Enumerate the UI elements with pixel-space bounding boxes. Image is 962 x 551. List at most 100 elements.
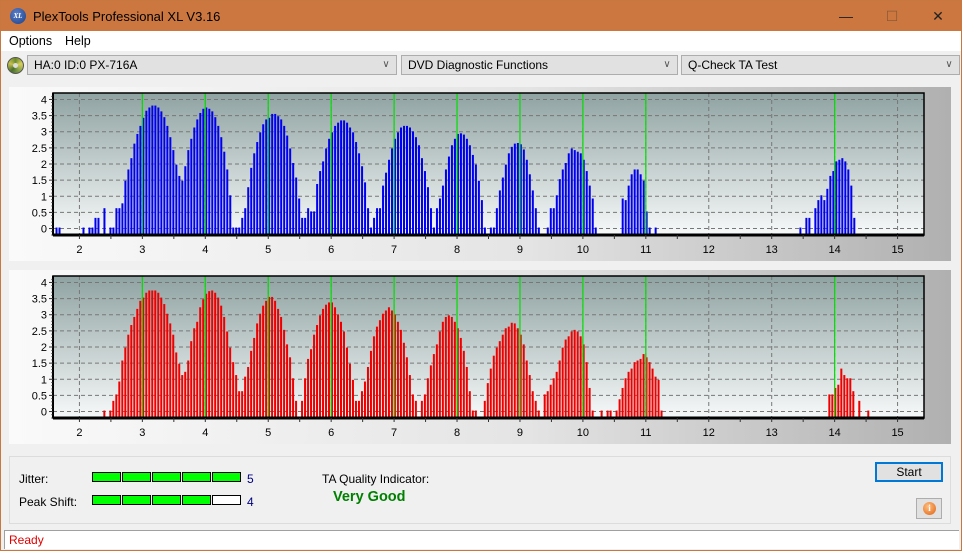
bar xyxy=(840,368,843,418)
bar xyxy=(847,169,850,235)
bar xyxy=(489,368,492,418)
bar xyxy=(337,314,340,418)
bar xyxy=(588,387,591,418)
bar xyxy=(345,347,348,418)
bar xyxy=(411,131,414,235)
bar xyxy=(561,347,564,418)
y-tick-label: 0 xyxy=(41,407,47,419)
bar xyxy=(310,349,313,418)
bar xyxy=(277,116,280,235)
bar xyxy=(567,336,570,418)
menu-help[interactable]: Help xyxy=(65,34,91,48)
window-title: PlexTools Professional XL V3.16 xyxy=(33,9,221,24)
bar xyxy=(199,307,202,418)
bar xyxy=(259,132,262,235)
bar xyxy=(160,111,163,235)
bar xyxy=(459,133,462,235)
bar xyxy=(274,300,277,418)
bar xyxy=(826,188,829,235)
bar xyxy=(820,195,823,235)
bar xyxy=(316,183,319,235)
bar xyxy=(211,290,214,418)
y-tick-label: 4 xyxy=(41,94,47,106)
bar xyxy=(178,175,181,235)
test-select[interactable]: Q-Check TA Test ∨ xyxy=(681,55,960,75)
bar xyxy=(175,164,178,235)
y-tick-label: 0 xyxy=(41,224,47,236)
bar xyxy=(229,195,232,235)
bar xyxy=(151,105,154,236)
bar xyxy=(139,125,142,235)
y-tick-label: 3.5 xyxy=(32,111,47,123)
bar xyxy=(420,400,423,418)
bar xyxy=(193,127,196,235)
bar xyxy=(351,379,354,418)
start-button[interactable]: Start xyxy=(875,462,943,482)
bar xyxy=(657,379,660,418)
bar xyxy=(256,323,259,418)
bar xyxy=(391,148,394,235)
bar xyxy=(555,195,558,235)
bar xyxy=(396,321,399,418)
bar xyxy=(531,391,534,418)
bar xyxy=(567,153,570,235)
meter-segment xyxy=(122,495,151,505)
bar xyxy=(253,337,256,418)
bar xyxy=(828,394,831,418)
bar xyxy=(480,200,483,235)
bar xyxy=(151,290,154,418)
bar xyxy=(570,331,573,418)
close-button[interactable]: ✕ xyxy=(915,1,961,31)
bar xyxy=(130,325,133,418)
bar xyxy=(244,376,247,418)
bar xyxy=(367,208,370,235)
bar xyxy=(214,292,217,418)
bar xyxy=(148,290,151,418)
bar xyxy=(199,112,202,235)
bar xyxy=(462,350,465,418)
minimize-button[interactable]: — xyxy=(823,1,869,31)
bar xyxy=(115,394,118,418)
bar xyxy=(322,308,325,418)
bar xyxy=(552,378,555,418)
x-tick-label: 9 xyxy=(517,244,523,256)
bar xyxy=(654,376,657,418)
x-tick-label: 4 xyxy=(202,427,208,439)
bar xyxy=(495,208,498,235)
info-button[interactable]: i xyxy=(916,498,942,519)
y-tick-label: 3.5 xyxy=(32,294,47,306)
bar xyxy=(507,153,510,235)
y-tick-label: 1 xyxy=(41,374,47,386)
bar xyxy=(510,322,513,418)
bar xyxy=(226,169,229,235)
x-tick-label: 2 xyxy=(76,244,82,256)
bar xyxy=(154,290,157,418)
bar xyxy=(181,180,184,235)
bar xyxy=(513,143,516,235)
app-logo-icon: XL xyxy=(10,8,26,24)
bar xyxy=(181,375,184,418)
bar xyxy=(378,320,381,418)
y-tick-label: 1.5 xyxy=(32,358,47,370)
bar xyxy=(543,394,546,418)
peak-shift-label: Peak Shift: xyxy=(19,495,78,509)
maximize-button[interactable]: ☐ xyxy=(869,1,915,31)
y-tick-label: 1.5 xyxy=(32,175,47,187)
bar xyxy=(373,217,376,235)
y-tick-label: 3 xyxy=(41,310,47,322)
y-tick-label: 4 xyxy=(41,277,47,289)
bar xyxy=(627,185,630,235)
bar xyxy=(651,368,654,418)
bar xyxy=(325,304,328,418)
ta-quality-label: TA Quality Indicator: xyxy=(322,472,430,486)
bar xyxy=(841,158,844,235)
bar xyxy=(172,334,175,418)
y-tick-label: 3 xyxy=(41,127,47,139)
bar xyxy=(307,208,310,235)
menu-options[interactable]: Options xyxy=(9,34,52,48)
drive-select[interactable]: HA:0 ID:0 PX-716A ∨ xyxy=(27,55,397,75)
x-tick-label: 5 xyxy=(265,427,271,439)
bar xyxy=(486,383,489,418)
function-group-select[interactable]: DVD Diagnostic Functions ∨ xyxy=(401,55,678,75)
bar xyxy=(223,316,226,418)
